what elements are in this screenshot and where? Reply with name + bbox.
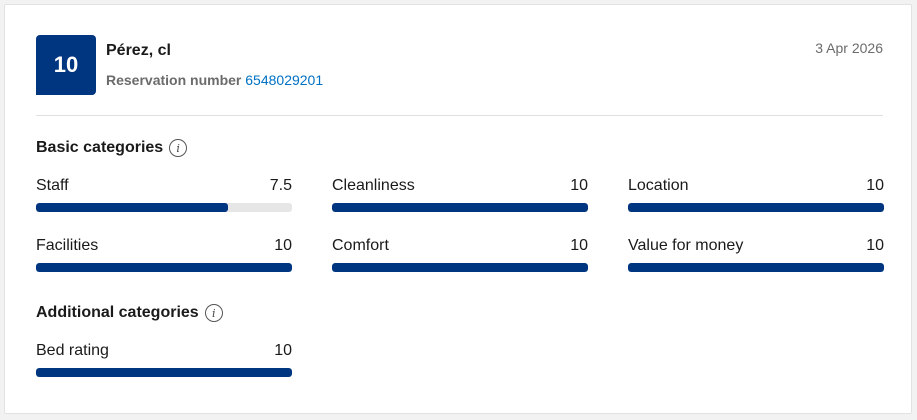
rating-facilities: Facilities 10 [36, 237, 292, 277]
rating-cleanliness: Cleanliness 10 [332, 177, 588, 217]
rating-value: 10 [570, 237, 588, 254]
rating-value: 7.5 [269, 177, 292, 194]
rating-label: Staff [36, 177, 69, 194]
rating-bar-fill [332, 263, 588, 272]
info-icon[interactable]: i [169, 139, 188, 157]
review-card: 10 Pérez, cl Reservation number 65480292… [4, 4, 912, 414]
reservation-label: Reservation number [106, 72, 242, 88]
rating-bar-fill [628, 263, 884, 272]
rating-label: Cleanliness [332, 177, 415, 194]
rating-value-for-money: Value for money 10 [628, 237, 884, 277]
rating-bar-track [332, 263, 588, 272]
rating-bar-fill [36, 203, 228, 212]
rating-bar-track [36, 263, 292, 272]
rating-bar-track [36, 203, 292, 212]
reservation-number-link[interactable]: 6548029201 [245, 72, 323, 88]
rating-comfort: Comfort 10 [332, 237, 588, 277]
rating-bar-track [332, 203, 588, 212]
rating-bar-track [628, 263, 884, 272]
rating-bar-track [36, 368, 292, 377]
rating-bar-fill [36, 263, 292, 272]
rating-label: Comfort [332, 237, 389, 254]
rating-label: Facilities [36, 237, 99, 254]
rating-value: 10 [274, 237, 292, 254]
rating-staff: Staff 7.5 [36, 177, 292, 217]
rating-label: Location [628, 177, 689, 194]
rating-value: 10 [866, 177, 884, 194]
guest-name: Pérez, cl [106, 42, 171, 59]
rating-bar-track [628, 203, 884, 212]
info-icon[interactable]: i [204, 304, 223, 322]
rating-bed: Bed rating 10 [36, 342, 292, 382]
rating-label: Bed rating [36, 342, 109, 359]
rating-bar-fill [332, 203, 588, 212]
basic-categories-title: Basic categories [36, 139, 164, 156]
reservation-line: Reservation number 6548029201 [106, 72, 323, 88]
rating-label: Value for money [628, 237, 744, 254]
additional-categories-title: Additional categories [36, 304, 199, 321]
rating-bar-fill [628, 203, 884, 212]
rating-bar-fill [36, 368, 292, 377]
review-header: 10 Pérez, cl Reservation number 65480292… [36, 35, 883, 116]
review-date: 3 Apr 2026 [815, 40, 883, 56]
additional-categories-heading: Additional categories i [36, 304, 223, 322]
rating-location: Location 10 [628, 177, 884, 217]
rating-value: 10 [866, 237, 884, 254]
rating-value: 10 [570, 177, 588, 194]
rating-value: 10 [274, 342, 292, 359]
basic-categories-heading: Basic categories i [36, 139, 188, 157]
score-badge: 10 [36, 35, 96, 95]
